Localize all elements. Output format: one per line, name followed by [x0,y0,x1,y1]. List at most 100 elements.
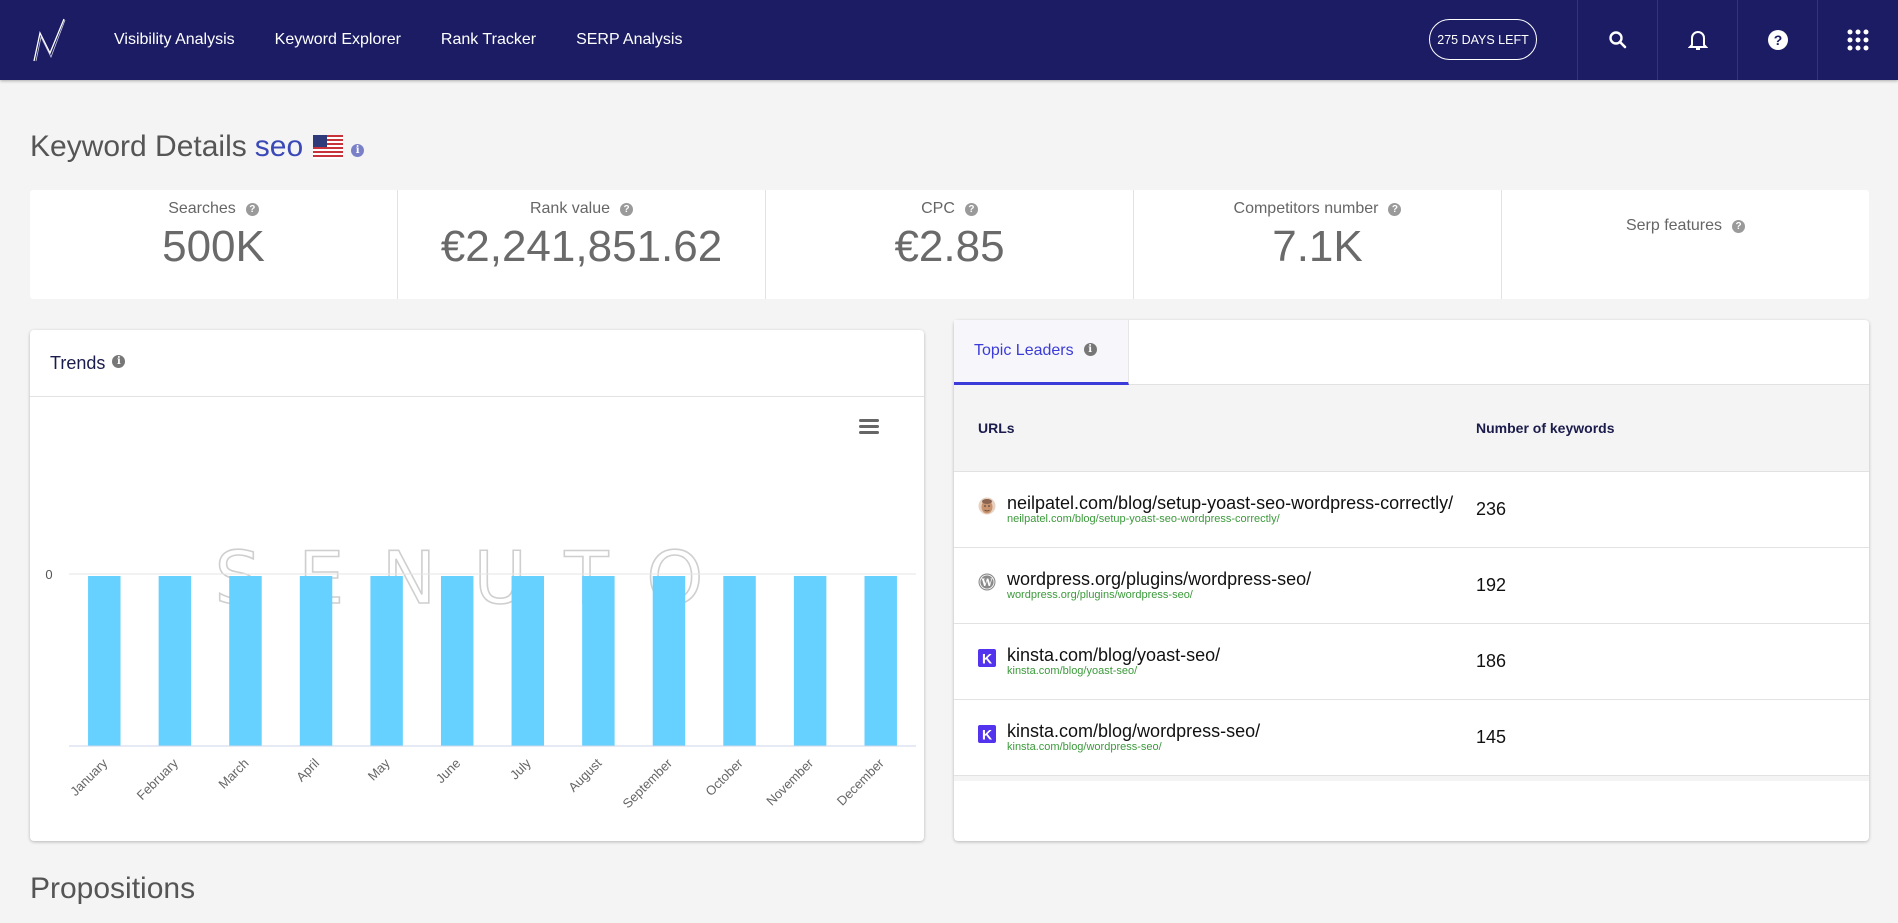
apps-button[interactable] [1817,0,1898,80]
topic-leaders-card: Topic Leaders i URLs Number of keywords … [954,320,1869,841]
notifications-button[interactable] [1657,0,1737,80]
stat-value: €2.85 [894,222,1005,271]
y-tick-label: 0 [45,567,52,582]
nav-rank-tracker[interactable]: Rank Tracker [441,31,536,49]
chart-menu-icon[interactable] [858,417,880,435]
stat-searches: Searches? 500K [30,190,398,299]
help-icon[interactable]: ? [1732,219,1746,233]
topic-leaders-info-icon[interactable]: i [1083,342,1097,356]
trends-card: Trends i SENUTO 0 January February March Apri… [30,330,924,841]
topic-tabs: Topic Leaders i [954,320,1869,385]
keyword-info-icon[interactable]: i [351,143,365,157]
stat-label: Competitors number [1233,200,1379,217]
stat-serp-features: Serp features? [1502,190,1869,299]
help-button[interactable]: ? [1737,0,1817,80]
stat-cpc: CPC? €2.85 [766,190,1134,299]
nav-visibility-analysis[interactable]: Visibility Analysis [114,31,235,49]
url-sub-link[interactable]: neilpatel.com/blog/setup-yoast-seo-wordp… [1007,513,1453,526]
stat-label: Serp features [1625,217,1723,234]
bar-october [723,576,756,746]
column-header-urls[interactable]: URLs [954,420,1476,436]
svg-text:W: W [980,578,993,589]
stat-label: Rank value [529,200,611,217]
svg-text:?: ? [1773,32,1782,48]
url-link[interactable]: wordpress.org/plugins/wordpress-seo/ [1007,569,1311,589]
stat-rank-value: Rank value? €2,241,851.62 [398,190,766,299]
keyword-count: 236 [1476,499,1507,519]
bar-august [582,576,615,746]
table-row: K kinsta.com/blog/yoast-seo/ kinsta.com/… [954,624,1869,700]
days-left-badge[interactable]: 275 DAYS LEFT [1429,19,1537,60]
url-link[interactable]: kinsta.com/blog/wordpress-seo/ [1007,721,1260,741]
help-icon: ? [1767,30,1788,50]
x-tick-label: August [565,755,604,794]
url-sub-link[interactable]: kinsta.com/blog/yoast-seo/ [1007,665,1220,678]
neilpatel-avatar-icon [978,497,996,515]
keyword-stats: Searches? 500K Rank value? €2,241,851.62… [30,190,1869,299]
trends-chart: SENUTO0January February March April May June J… [45,535,916,811]
svg-text:K: K [982,727,992,743]
x-tick-label: June [433,756,464,787]
stat-value: €2,241,851.62 [440,222,723,271]
table-footer [954,776,1869,781]
url-link[interactable]: kinsta.com/blog/yoast-seo/ [1007,645,1220,665]
trends-title: Trends [50,352,106,373]
tab-label: Topic Leaders [974,342,1074,359]
stat-value: 500K [162,222,265,271]
us-flag-icon [313,135,344,159]
senuto-logo-icon[interactable] [28,15,78,65]
nav-keyword-explorer[interactable]: Keyword Explorer [275,31,401,49]
bar-may [370,576,403,746]
bar-june [440,576,474,746]
table-row: K kinsta.com/blog/wordpress-seo/ kinsta.… [954,700,1869,776]
x-tick-label: September [620,755,676,811]
bar-march [229,576,262,746]
help-icon[interactable]: ? [1388,202,1402,216]
keyword-count: 145 [1476,727,1507,747]
keyword-text: seo [254,130,304,163]
svg-text:K: K [982,651,992,667]
search-button[interactable] [1577,0,1657,80]
stat-label: Searches [168,200,236,217]
bell-icon [1687,31,1708,50]
kinsta-icon: K [978,649,996,667]
top-navigation-bar: Visibility Analysis Keyword Explorer Ran… [0,0,1898,80]
bar-april [299,576,333,746]
x-tick-label: April [293,755,322,784]
x-tick-label: May [365,755,393,783]
x-tick-label: January [67,755,111,799]
x-tick-label: October [702,755,746,799]
bar-january [88,576,121,746]
search-icon [1608,31,1626,49]
column-header-keywords[interactable]: Number of keywords [1476,420,1614,436]
nav-serp-analysis[interactable]: SERP Analysis [576,31,682,49]
stat-competitors: Competitors number? 7.1K [1134,190,1502,299]
keyword-count: 186 [1476,651,1507,671]
stat-label: CPC [921,200,955,217]
trends-info-icon[interactable]: i [112,354,126,368]
x-tick-label: March [215,756,251,792]
wordpress-icon: W [978,573,996,591]
x-tick-label: February [134,755,182,803]
bar-february [158,576,192,746]
url-sub-link[interactable]: wordpress.org/plugins/wordpress-seo/ [1007,589,1311,602]
bar-july [511,576,545,746]
bar-september [652,576,686,746]
x-tick-label: December [834,755,887,808]
page-title: Keyword Details seo i [30,130,365,164]
kinsta-icon: K [978,725,996,743]
table-header: URLs Number of keywords [954,385,1869,472]
help-icon[interactable]: ? [964,202,978,216]
help-icon[interactable]: ? [620,202,634,216]
tab-topic-leaders[interactable]: Topic Leaders i [954,320,1129,385]
bar-november [793,576,827,746]
stat-value: 7.1K [1272,222,1363,271]
bar-december [864,576,897,746]
keyword-count: 192 [1476,575,1507,595]
help-icon[interactable]: ? [245,202,259,216]
x-tick-label: November [763,755,816,808]
url-link[interactable]: neilpatel.com/blog/setup-yoast-seo-wordp… [1007,493,1453,513]
url-sub-link[interactable]: kinsta.com/blog/wordpress-seo/ [1007,741,1260,754]
main-nav: Visibility Analysis Keyword Explorer Ran… [114,31,722,49]
table-row: neilpatel.com/blog/setup-yoast-seo-wordp… [954,472,1869,548]
